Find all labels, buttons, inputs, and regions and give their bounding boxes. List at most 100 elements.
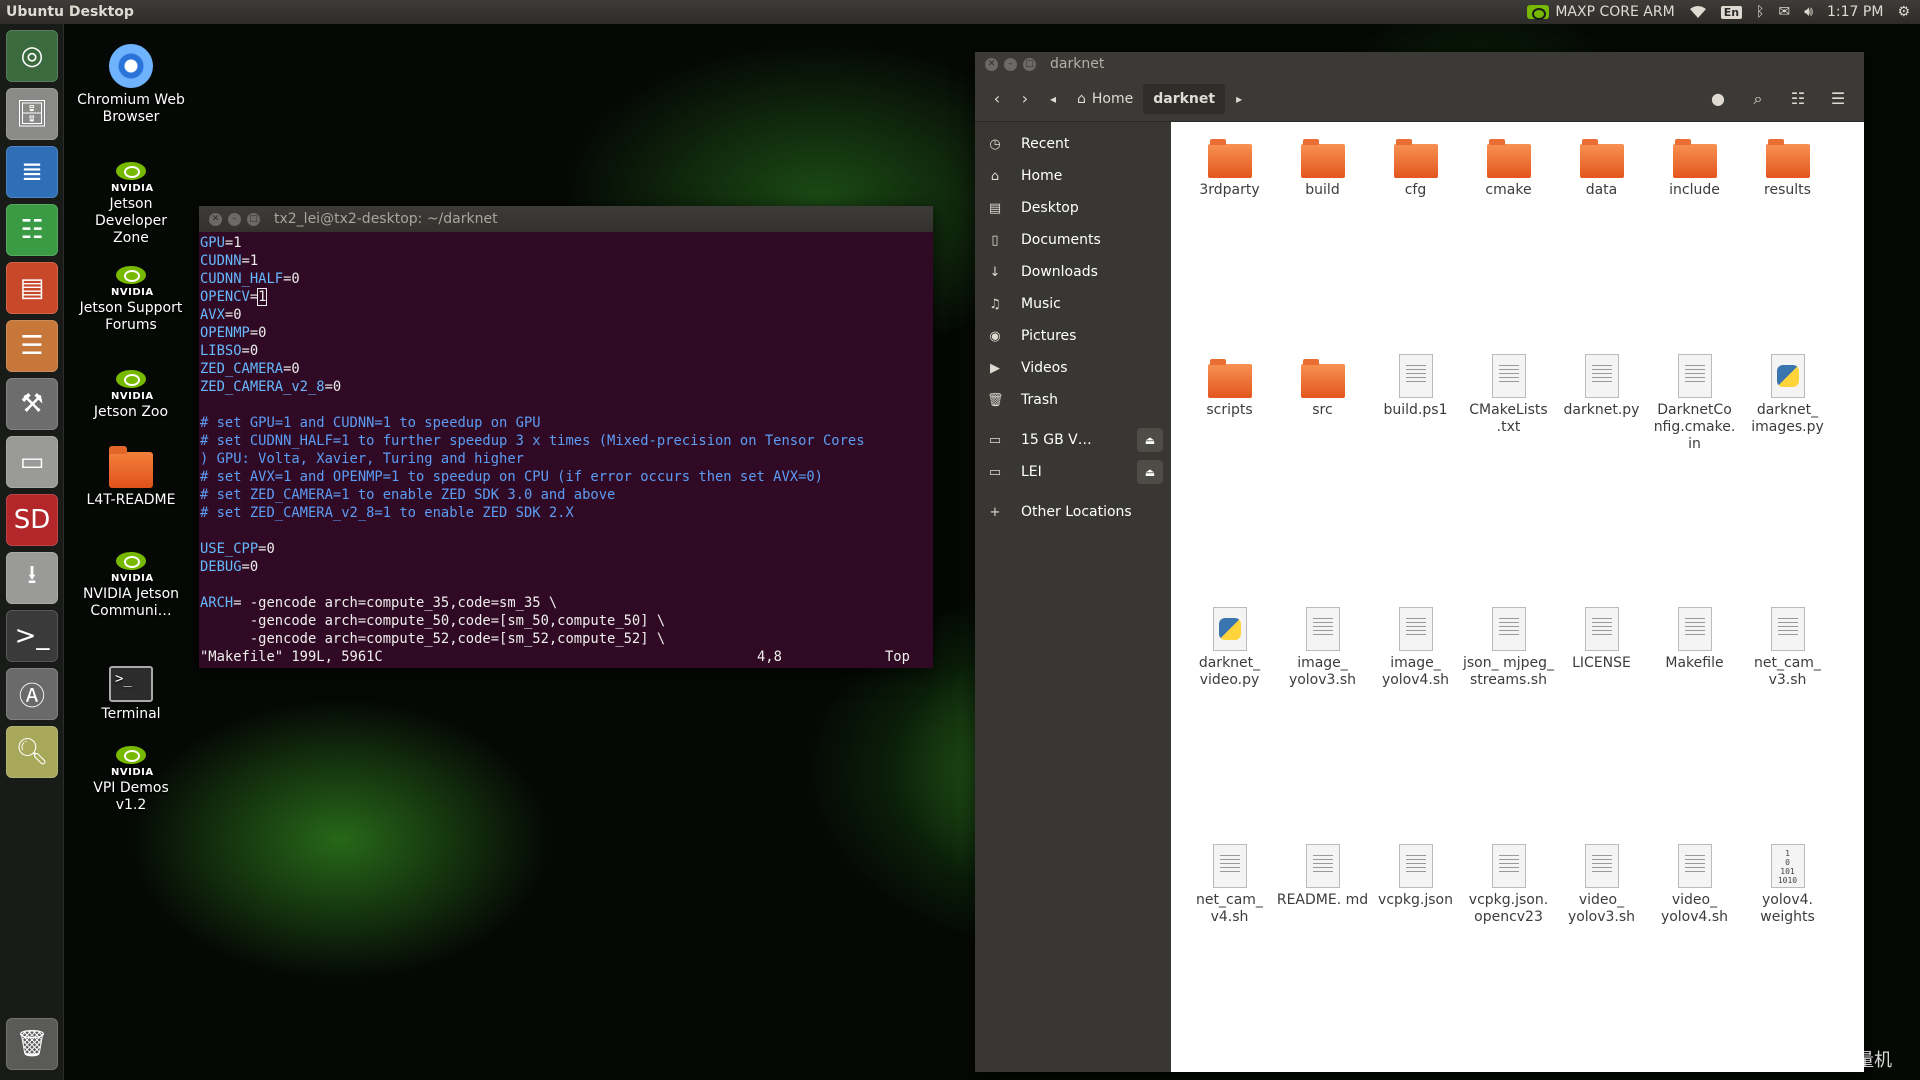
minimize-icon[interactable]: – bbox=[1004, 57, 1017, 71]
file-item[interactable]: DarknetCo nfig.cmake. in bbox=[1648, 350, 1741, 600]
breadcrumb-right-icon[interactable]: ▸ bbox=[1225, 84, 1253, 114]
image-viewer-icon[interactable]: 🔍︎ bbox=[6, 726, 58, 778]
files-icon[interactable]: 🗄︎ bbox=[6, 88, 58, 140]
file-item[interactable]: CMakeLists .txt bbox=[1462, 350, 1555, 600]
makefile-variable: USE_CPP bbox=[200, 541, 259, 557]
trash-icon[interactable]: 🗑︎ bbox=[6, 1018, 58, 1070]
terminal-window[interactable]: ✕ – □ tx2_lei@tx2-desktop: ~/darknet GPU… bbox=[199, 206, 933, 668]
file-item[interactable]: vcpkg.json bbox=[1369, 840, 1462, 1073]
file-item[interactable]: README. md bbox=[1276, 840, 1369, 1073]
sidebar-item-music[interactable]: ♫ Music bbox=[975, 288, 1171, 320]
desktop-icon-jetson-developer-zone[interactable]: NVIDIA Jetson Developer Zone bbox=[76, 162, 186, 247]
file-item[interactable]: json_ mjpeg_ streams.sh bbox=[1462, 603, 1555, 836]
file-item[interactable]: vcpkg.json. opencv23 bbox=[1462, 840, 1555, 1073]
writer-icon[interactable]: ≣ bbox=[6, 146, 58, 198]
sd-card-icon[interactable]: SD bbox=[6, 494, 58, 546]
sidebar-item-recent[interactable]: ◷ Recent bbox=[975, 128, 1171, 160]
updater-icon[interactable]: Ⓐ bbox=[6, 668, 58, 720]
sidebar-item-volume[interactable]: ▭ 15 GB V… ⏏ bbox=[975, 424, 1171, 456]
folder-item[interactable]: src bbox=[1276, 350, 1369, 600]
software-icon[interactable]: ☰ bbox=[6, 320, 58, 372]
breadcrumb-home[interactable]: ⌂ Home bbox=[1067, 84, 1143, 114]
file-item[interactable]: build.ps1 bbox=[1369, 350, 1462, 600]
text-file-icon bbox=[1555, 603, 1648, 651]
folder-item[interactable]: scripts bbox=[1183, 350, 1276, 600]
bluetooth-icon[interactable]: ᛒ bbox=[1756, 4, 1764, 20]
menu-icon[interactable]: ☰ bbox=[1824, 84, 1852, 114]
nvidia-icon: NVIDIA bbox=[111, 266, 153, 298]
close-icon[interactable]: ✕ bbox=[985, 57, 998, 71]
terminal-line: USE_CPP=0 bbox=[200, 540, 933, 558]
file-item[interactable]: darknet.py bbox=[1555, 350, 1648, 600]
sidebar-item-pictures[interactable]: ◉ Pictures bbox=[975, 320, 1171, 352]
volume-icon[interactable]: 🔊︎ bbox=[1804, 4, 1813, 20]
wifi-icon[interactable] bbox=[1689, 5, 1707, 19]
file-item[interactable]: 1 0 101 1010 yolov4. weights bbox=[1741, 840, 1834, 1073]
file-item[interactable]: image_ yolov4.sh bbox=[1369, 603, 1462, 836]
impress-icon[interactable]: ▤ bbox=[6, 262, 58, 314]
record-icon[interactable]: ● bbox=[1704, 84, 1732, 114]
file-item[interactable]: darknet_ video.py bbox=[1183, 603, 1276, 836]
drive-icon[interactable]: ▭ bbox=[6, 436, 58, 488]
forward-icon[interactable]: › bbox=[1011, 84, 1039, 114]
terminal-titlebar[interactable]: ✕ – □ tx2_lei@tx2-desktop: ~/darknet bbox=[199, 206, 933, 232]
folder-item[interactable]: results bbox=[1741, 130, 1834, 346]
file-name: CMakeLists .txt bbox=[1469, 401, 1548, 435]
desktop-icon-terminal[interactable]: >_ Terminal bbox=[76, 666, 186, 723]
maximize-icon[interactable]: □ bbox=[247, 212, 260, 226]
terminal-content[interactable]: GPU=1 CUDNN=1 CUDNN_HALF=0 OPENCV=1 AVX=0 OPE… bbox=[199, 232, 933, 666]
folder-item[interactable]: cfg bbox=[1369, 130, 1462, 346]
file-item[interactable]: image_ yolov3.sh bbox=[1276, 603, 1369, 836]
sidebar-item-downloads[interactable]: ↓ Downloads bbox=[975, 256, 1171, 288]
desktop-icon-jetson-community[interactable]: NVIDIA NVIDIA Jetson Communi… bbox=[76, 552, 186, 620]
nvidia-icon: NVIDIA bbox=[111, 552, 153, 584]
usb-drive-icon[interactable]: ⭳ bbox=[6, 552, 58, 604]
sidebar-item-other-locations[interactable]: + Other Locations bbox=[975, 496, 1171, 528]
eject-icon[interactable]: ⏏ bbox=[1137, 428, 1163, 452]
maximize-icon[interactable]: □ bbox=[1023, 57, 1036, 71]
desktop-icon-vpi-demos[interactable]: NVIDIA VPI Demos v1.2 bbox=[76, 746, 186, 814]
sidebar-item-lei[interactable]: ▭ LEI ⏏ bbox=[975, 456, 1171, 488]
folder-item[interactable]: 3rdparty bbox=[1183, 130, 1276, 346]
search-icon[interactable]: ⌕ bbox=[1744, 84, 1772, 114]
file-item[interactable]: net_cam_ v3.sh bbox=[1741, 603, 1834, 836]
folder-item[interactable]: cmake bbox=[1462, 130, 1555, 346]
sidebar-item-home[interactable]: ⌂ Home bbox=[975, 160, 1171, 192]
desktop-icon-chromium[interactable]: Chromium Web Browser bbox=[76, 44, 186, 126]
clock[interactable]: 1:17 PM bbox=[1827, 4, 1883, 20]
gear-icon[interactable]: ⚙ bbox=[1897, 4, 1910, 20]
file-item[interactable]: LICENSE bbox=[1555, 603, 1648, 836]
download-icon: ↓ bbox=[989, 264, 1001, 280]
terminal-icon[interactable]: >_ bbox=[6, 610, 58, 662]
folder-item[interactable]: include bbox=[1648, 130, 1741, 346]
file-item[interactable]: Makefile bbox=[1648, 603, 1741, 836]
back-icon[interactable]: ‹ bbox=[983, 84, 1011, 114]
file-item[interactable]: video_ yolov3.sh bbox=[1555, 840, 1648, 1073]
file-manager-window[interactable]: ✕ – □ darknet ‹ › ◂ ⌂ Home darknet ▸ ● ⌕… bbox=[975, 52, 1864, 1072]
file-item[interactable]: net_cam_ v4.sh bbox=[1183, 840, 1276, 1073]
desktop-icon-jetson-zoo[interactable]: NVIDIA Jetson Zoo bbox=[76, 370, 186, 421]
folder-item[interactable]: data bbox=[1555, 130, 1648, 346]
file-manager-titlebar[interactable]: ✕ – □ darknet bbox=[975, 52, 1864, 76]
folder-item[interactable]: build bbox=[1276, 130, 1369, 346]
minimize-icon[interactable]: – bbox=[228, 212, 241, 226]
file-item[interactable]: video_ yolov4.sh bbox=[1648, 840, 1741, 1073]
ubuntu-icon[interactable]: ◎ bbox=[6, 30, 58, 82]
eject-icon[interactable]: ⏏ bbox=[1137, 460, 1163, 484]
keyboard-layout-indicator[interactable]: En bbox=[1720, 5, 1743, 19]
desktop-icon-l4t-readme[interactable]: L4T-README bbox=[76, 446, 186, 509]
breadcrumb-current[interactable]: darknet bbox=[1143, 83, 1226, 114]
sidebar-item-documents[interactable]: ▯ Documents bbox=[975, 224, 1171, 256]
breadcrumb-left-icon[interactable]: ◂ bbox=[1039, 84, 1067, 114]
sidebar-item-desktop[interactable]: ▤ Desktop bbox=[975, 192, 1171, 224]
file-item[interactable]: darknet_ images.py bbox=[1741, 350, 1834, 600]
sidebar-item-trash[interactable]: 🗑︎ Trash bbox=[975, 384, 1171, 416]
settings-icon[interactable]: ⚒ bbox=[6, 378, 58, 430]
desktop-icon-jetson-support-forums[interactable]: NVIDIA Jetson Support Forums bbox=[76, 266, 186, 334]
mail-icon[interactable]: ✉ bbox=[1778, 4, 1790, 20]
power-mode-indicator[interactable]: MAXP CORE ARM bbox=[1527, 4, 1675, 20]
view-options-icon[interactable]: ☷ bbox=[1784, 84, 1812, 114]
sidebar-item-videos[interactable]: ▶ Videos bbox=[975, 352, 1171, 384]
calc-icon[interactable]: ☷ bbox=[6, 204, 58, 256]
close-icon[interactable]: ✕ bbox=[209, 212, 222, 226]
